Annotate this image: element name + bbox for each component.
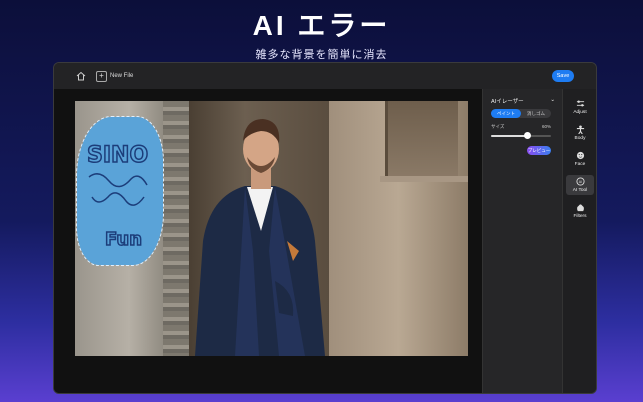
size-label: サイズ [491, 124, 505, 129]
headline-title: AI エラー [252, 10, 391, 41]
mode-toggle: ペイント 消しゴム [491, 109, 551, 118]
size-row: サイズ 60% [491, 124, 551, 130]
home-icon[interactable] [74, 69, 88, 83]
size-slider[interactable] [491, 132, 551, 139]
tool-face-label: Face [574, 162, 586, 167]
tool-adjust[interactable]: Adjust [566, 97, 594, 117]
photo-canvas[interactable]: SINO Fun [75, 101, 468, 356]
tool-adjust-label: Adjust [573, 110, 587, 115]
tool-body[interactable]: Body [566, 123, 594, 143]
panel-title: AIイレーザー [491, 99, 524, 105]
tool-ai-tool[interactable]: AI AI Tool [566, 175, 594, 195]
shutter-window [385, 101, 458, 176]
tool-filters[interactable]: Filters [566, 201, 594, 221]
headline-subtitle: 雑多な背景を簡単に消去 [255, 49, 388, 61]
save-button[interactable]: Save [552, 70, 574, 82]
svg-text:AI: AI [578, 180, 581, 184]
size-value: 60% [541, 124, 551, 129]
tool-face[interactable]: Face [566, 149, 594, 169]
plus-icon: + [96, 70, 107, 82]
tab-paint[interactable]: ペイント [491, 109, 521, 118]
ai-tool-icon: AI [575, 177, 585, 186]
app-window: + New File Save SINO Fun AIイレーザー ⌄ ペイント … [54, 63, 596, 393]
face-icon [576, 151, 584, 160]
size-slider-fill [491, 135, 527, 137]
tool-body-label: Body [574, 136, 586, 141]
chevron-down-icon[interactable]: ⌄ [550, 97, 555, 105]
tab-eraser[interactable]: 消しゴム [521, 109, 551, 118]
panel-header: AIイレーザー ⌄ [491, 97, 555, 105]
graffiti-text-2: Fun [105, 229, 142, 250]
new-file-button[interactable]: + New File [96, 70, 133, 82]
canvas-area: SINO Fun [54, 89, 482, 393]
right-toolbar: Adjust Body Face AI AI Tool Filters [562, 89, 596, 393]
size-slider-knob[interactable] [523, 132, 531, 139]
graffiti-selection[interactable]: SINO Fun [76, 116, 164, 266]
top-bar: + New File Save [54, 63, 596, 89]
tool-filters-label: Filters [573, 214, 587, 219]
man-figure [195, 119, 325, 356]
graffiti-text-1: SINO [87, 143, 148, 168]
ai-eraser-panel: AIイレーザー ⌄ ペイント 消しゴム サイズ 60% プレビュー [482, 89, 563, 393]
body-icon [576, 125, 584, 134]
sliders-icon [576, 100, 584, 107]
tool-ai-tool-label: AI Tool [572, 188, 588, 193]
filters-icon [576, 204, 584, 212]
new-file-label: New File [110, 73, 134, 79]
headline: AI エラー 雑多な背景を簡単に消去 [0, 10, 643, 62]
window-sill [380, 176, 468, 182]
preview-button[interactable]: プレビュー [527, 146, 551, 155]
